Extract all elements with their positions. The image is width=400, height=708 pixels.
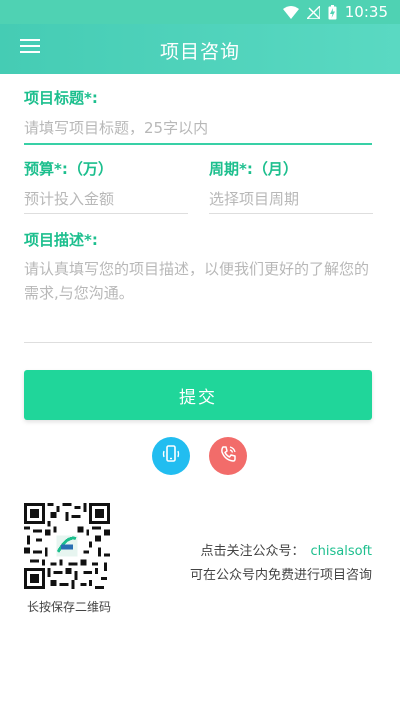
battery-charging-icon [328,4,337,20]
wifi-icon [282,5,299,19]
mobile-contact-button[interactable] [152,437,190,475]
budget-underline [24,213,188,214]
phone-call-icon [218,444,238,468]
no-signal-icon [306,5,320,19]
call-button[interactable] [209,437,247,475]
period-label: 周期*:（月） [209,160,298,178]
period-underline [209,213,373,214]
period-select[interactable] [209,187,371,211]
free-consult-text: 可在公众号内免费进行项目咨询 [189,568,372,583]
status-bar: 10:35 [0,0,400,24]
follow-account[interactable]: 点击关注公众号： chisalsoft [200,540,372,559]
submit-button[interactable]: 提交 [24,370,372,420]
project-title-input[interactable] [24,116,372,140]
account-name[interactable]: chisalsoft [310,544,372,559]
project-title-label: 项目标题*: [24,89,98,107]
budget-input[interactable] [24,187,186,211]
qr-caption: 长按保存二维码 [26,600,111,614]
description-label: 项目描述*: [24,231,98,249]
page-title: 项目咨询 [159,41,240,63]
mobile-phone-icon [161,444,181,468]
status-time: 10:35 [344,3,388,21]
app-bar: 项目咨询 [0,24,400,74]
project-title-underline [24,143,372,145]
qr-code[interactable] [24,503,110,589]
description-underline [24,342,372,343]
budget-label: 预算*:（万） [24,160,113,178]
description-textarea[interactable] [24,257,372,339]
follow-label: 点击关注公众号： [200,544,305,559]
